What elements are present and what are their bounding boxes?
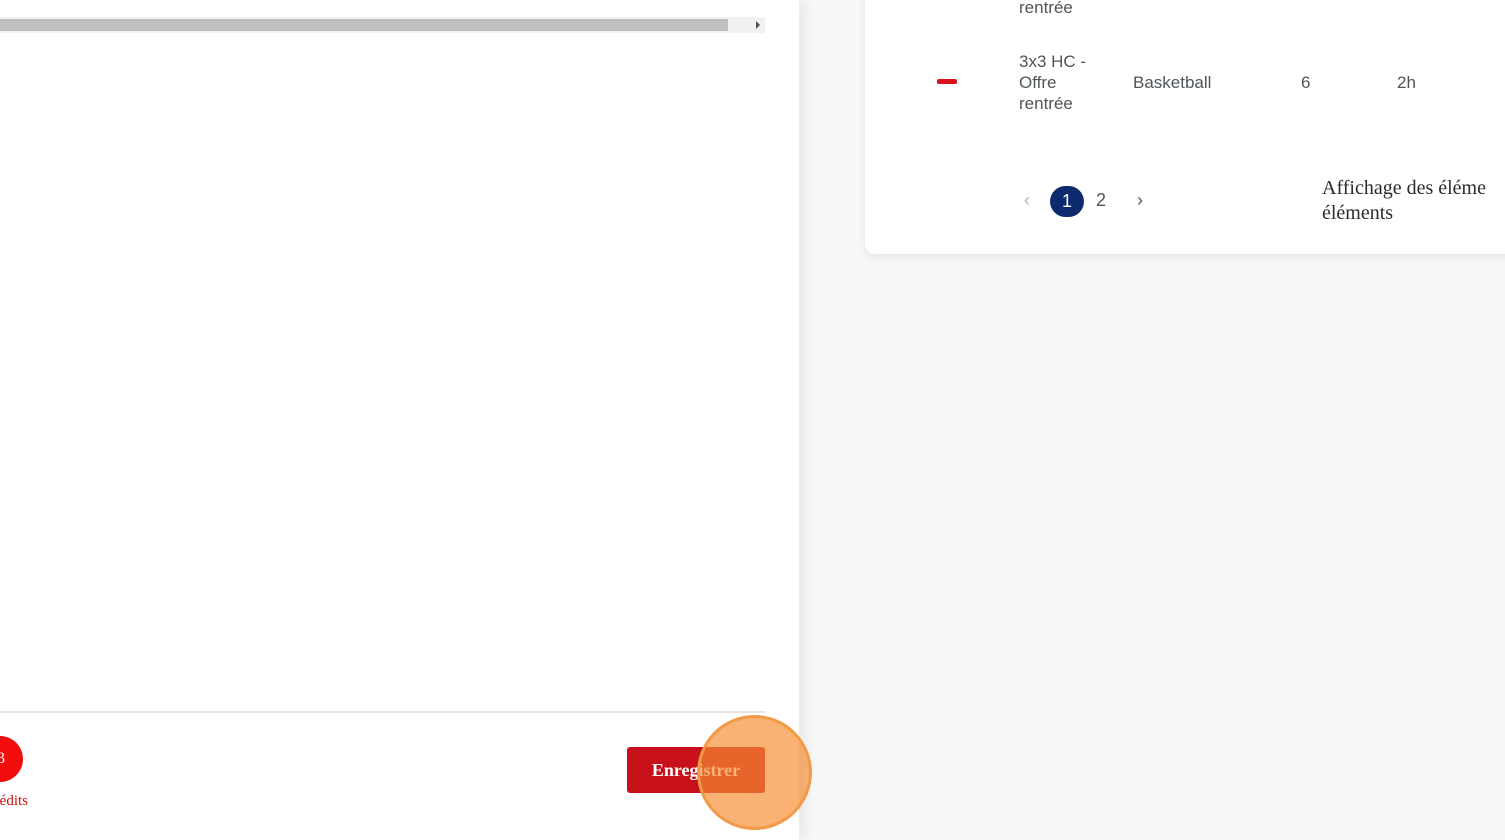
scrollbar-thumb[interactable] (0, 19, 728, 31)
sport-cell: Basketball (1133, 73, 1212, 92)
pagination-page-2[interactable]: 2 (1096, 190, 1106, 211)
offer-name-line: rentrée (1019, 94, 1073, 113)
offer-name-line: 3x3 HC - (1019, 52, 1087, 71)
pagination-page-1[interactable]: 1 (1050, 186, 1084, 217)
pagination-next-icon[interactable]: › (1137, 190, 1143, 211)
duration-cell: 2h (1397, 73, 1416, 92)
count-cell: 6 (1301, 73, 1311, 92)
footer-divider (0, 711, 765, 713)
minus-icon[interactable] (937, 79, 957, 84)
page: 3 Crédits Enregistrer rentrée 3x3 HC - O… (0, 0, 1505, 840)
pagination-info: Affichage des éléme éléments (1322, 176, 1505, 226)
offer-name-line: Offre (1019, 73, 1057, 92)
horizontal-scrollbar[interactable] (0, 17, 765, 33)
table-row-offer: 3x3 HC - Offre rentrée (1019, 51, 1086, 114)
pagination-info-line: éléments (1322, 202, 1394, 224)
save-button[interactable]: Enregistrer (627, 747, 765, 793)
table-row: rentrée (1019, 0, 1073, 18)
editor-panel: 3 Crédits Enregistrer (0, 0, 799, 840)
credits-badge[interactable]: 3 (0, 736, 23, 782)
pagination-info-line: Affichage des éléme (1322, 177, 1486, 199)
credits-label: Crédits (0, 793, 28, 809)
scroll-right-arrow-icon[interactable] (756, 21, 760, 29)
offer-name: rentrée (1019, 0, 1073, 17)
pagination-prev-icon[interactable]: ‹ (1024, 190, 1030, 211)
